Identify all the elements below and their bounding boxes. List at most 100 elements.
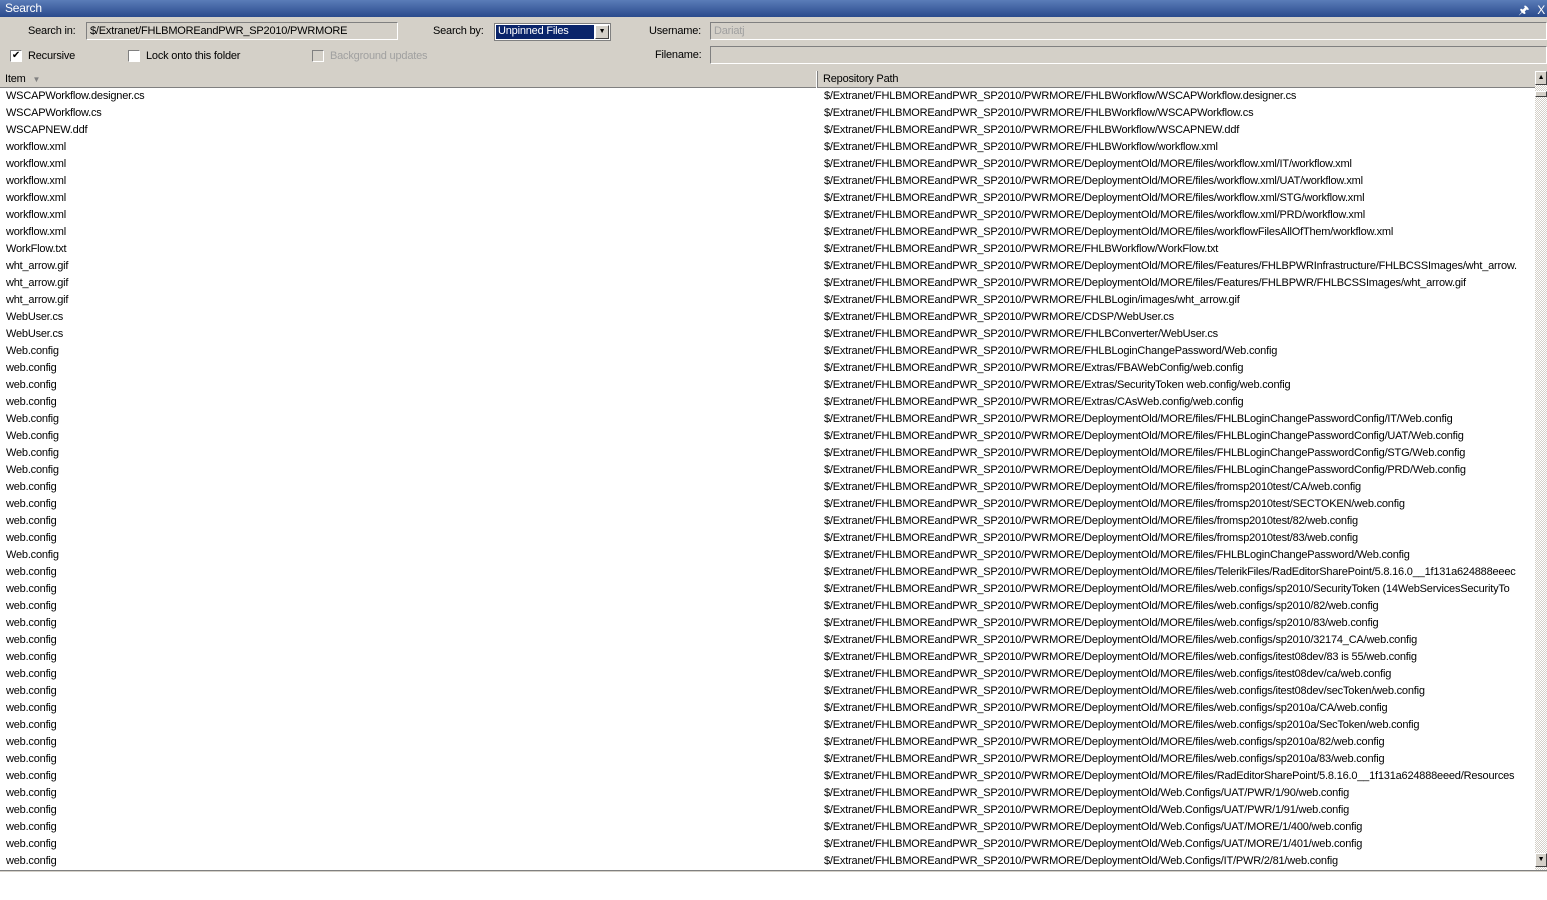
- table-row[interactable]: WSCAPWorkflow.designer.cs $/Extranet/FHLB…: [0, 88, 1535, 105]
- table-row[interactable]: wht_arrow.gif $/Extranet/FHLBMOREandPWR_S…: [0, 292, 1535, 309]
- table-row[interactable]: web.config $/Extranet/FHLBMOREandPWR_SP20…: [0, 717, 1535, 734]
- recursive-checkbox[interactable]: ✔: [10, 50, 22, 62]
- table-row[interactable]: web.config $/Extranet/FHLBMOREandPWR_SP20…: [0, 785, 1535, 802]
- repository-path: $/Extranet/FHLBMOREandPWR_SP2010/PWRMORE…: [824, 668, 1392, 680]
- chevron-down-icon[interactable]: ▼: [595, 25, 609, 39]
- item-name: WSCAPNEW.ddf: [6, 124, 88, 136]
- table-row[interactable]: Web.config $/Extranet/FHLBMOREandPWR_SP20…: [0, 343, 1535, 360]
- background-updates-label: Background updates: [330, 50, 428, 62]
- item-name: web.config: [6, 702, 57, 714]
- table-row[interactable]: workflow.xml $/Extranet/FHLBMOREandPWR_SP…: [0, 173, 1535, 190]
- table-row[interactable]: web.config $/Extranet/FHLBMOREandPWR_SP20…: [0, 581, 1535, 598]
- item-name: web.config: [6, 753, 57, 765]
- repository-path: $/Extranet/FHLBMOREandPWR_SP2010/PWRMORE…: [824, 600, 1379, 612]
- table-row[interactable]: workflow.xml $/Extranet/FHLBMOREandPWR_SP…: [0, 190, 1535, 207]
- table-row[interactable]: wht_arrow.gif $/Extranet/FHLBMOREandPWR_S…: [0, 258, 1535, 275]
- repository-path: $/Extranet/FHLBMOREandPWR_SP2010/PWRMORE…: [824, 566, 1516, 578]
- results-list: WSCAPWorkflow.designer.cs $/Extranet/FHLB…: [0, 88, 1535, 870]
- table-row[interactable]: web.config $/Extranet/FHLBMOREandPWR_SP20…: [0, 513, 1535, 530]
- item-name: WSCAPWorkflow.cs: [6, 107, 102, 119]
- vertical-scrollbar[interactable]: ▲ ▼: [1535, 71, 1547, 870]
- table-row[interactable]: Web.config $/Extranet/FHLBMOREandPWR_SP20…: [0, 411, 1535, 428]
- table-row[interactable]: web.config $/Extranet/FHLBMOREandPWR_SP20…: [0, 836, 1535, 853]
- column-header-repository-path[interactable]: Repository Path: [818, 71, 1537, 88]
- item-name: web.config: [6, 651, 57, 663]
- table-row[interactable]: Web.config $/Extranet/FHLBMOREandPWR_SP20…: [0, 428, 1535, 445]
- window-title: Search: [5, 1, 42, 15]
- table-row[interactable]: web.config $/Extranet/FHLBMOREandPWR_SP20…: [0, 598, 1535, 615]
- repository-path: $/Extranet/FHLBMOREandPWR_SP2010/PWRMORE…: [824, 362, 1244, 374]
- table-row[interactable]: web.config $/Extranet/FHLBMOREandPWR_SP20…: [0, 649, 1535, 666]
- repository-path: $/Extranet/FHLBMOREandPWR_SP2010/PWRMORE…: [824, 430, 1464, 442]
- table-row[interactable]: workflow.xml $/Extranet/FHLBMOREandPWR_SP…: [0, 139, 1535, 156]
- lock-folder-checkbox[interactable]: [128, 50, 140, 62]
- repository-path: $/Extranet/FHLBMOREandPWR_SP2010/PWRMORE…: [824, 702, 1388, 714]
- scroll-thumb[interactable]: [1535, 91, 1547, 97]
- item-name: web.config: [6, 481, 57, 493]
- scroll-up-icon[interactable]: ▲: [1535, 71, 1547, 85]
- table-row[interactable]: Web.config $/Extranet/FHLBMOREandPWR_SP20…: [0, 445, 1535, 462]
- item-name: Web.config: [6, 464, 59, 476]
- table-row[interactable]: web.config $/Extranet/FHLBMOREandPWR_SP20…: [0, 819, 1535, 836]
- table-row[interactable]: web.config $/Extranet/FHLBMOREandPWR_SP20…: [0, 394, 1535, 411]
- table-row[interactable]: web.config $/Extranet/FHLBMOREandPWR_SP20…: [0, 700, 1535, 717]
- repository-path: $/Extranet/FHLBMOREandPWR_SP2010/PWRMORE…: [824, 260, 1517, 272]
- table-row[interactable]: web.config $/Extranet/FHLBMOREandPWR_SP20…: [0, 377, 1535, 394]
- scroll-down-icon[interactable]: ▼: [1535, 853, 1547, 867]
- table-row[interactable]: web.config $/Extranet/FHLBMOREandPWR_SP20…: [0, 751, 1535, 768]
- repository-path: $/Extranet/FHLBMOREandPWR_SP2010/PWRMORE…: [824, 379, 1291, 391]
- table-row[interactable]: web.config $/Extranet/FHLBMOREandPWR_SP20…: [0, 496, 1535, 513]
- repository-path: $/Extranet/FHLBMOREandPWR_SP2010/PWRMORE…: [824, 549, 1410, 561]
- table-row[interactable]: Web.config $/Extranet/FHLBMOREandPWR_SP20…: [0, 547, 1535, 564]
- search-in-field[interactable]: $/Extranet/FHLBMOREandPWR_SP2010/PWRMORE: [86, 22, 398, 40]
- table-row[interactable]: web.config $/Extranet/FHLBMOREandPWR_SP20…: [0, 683, 1535, 700]
- close-icon[interactable]: X: [1537, 3, 1545, 17]
- table-row[interactable]: WebUser.cs $/Extranet/FHLBMOREandPWR_SP20…: [0, 309, 1535, 326]
- username-field[interactable]: Dariatj: [710, 22, 1547, 40]
- table-row[interactable]: WSCAPNEW.ddf $/Extranet/FHLBMOREandPWR_SP…: [0, 122, 1535, 139]
- table-row[interactable]: web.config $/Extranet/FHLBMOREandPWR_SP20…: [0, 479, 1535, 496]
- table-row[interactable]: web.config $/Extranet/FHLBMOREandPWR_SP20…: [0, 666, 1535, 683]
- table-row[interactable]: web.config $/Extranet/FHLBMOREandPWR_SP20…: [0, 853, 1535, 870]
- item-name: web.config: [6, 362, 57, 374]
- table-row[interactable]: WebUser.cs $/Extranet/FHLBMOREandPWR_SP20…: [0, 326, 1535, 343]
- horizontal-scrollbar[interactable]: [0, 870, 1547, 872]
- item-name: WebUser.cs: [6, 328, 64, 340]
- item-name: workflow.xml: [6, 192, 66, 204]
- table-row[interactable]: workflow.xml $/Extranet/FHLBMOREandPWR_SP…: [0, 207, 1535, 224]
- item-name: WorkFlow.txt: [6, 243, 67, 255]
- item-name: web.config: [6, 379, 57, 391]
- table-row[interactable]: web.config $/Extranet/FHLBMOREandPWR_SP20…: [0, 632, 1535, 649]
- table-row[interactable]: web.config $/Extranet/FHLBMOREandPWR_SP20…: [0, 360, 1535, 377]
- table-row[interactable]: WSCAPWorkflow.cs $/Extranet/FHLBMOREandPW…: [0, 105, 1535, 122]
- table-row[interactable]: web.config $/Extranet/FHLBMOREandPWR_SP20…: [0, 615, 1535, 632]
- pin-icon[interactable]: 🖈︎: [1518, 3, 1529, 17]
- search-by-dropdown[interactable]: Unpinned Files ▼: [494, 23, 611, 41]
- table-row[interactable]: workflow.xml $/Extranet/FHLBMOREandPWR_SP…: [0, 156, 1535, 173]
- repository-path: $/Extranet/FHLBMOREandPWR_SP2010/PWRMORE…: [824, 838, 1363, 850]
- item-name: WSCAPWorkflow.designer.cs: [6, 90, 145, 102]
- repository-path: $/Extranet/FHLBMOREandPWR_SP2010/PWRMORE…: [824, 634, 1418, 646]
- table-row[interactable]: web.config $/Extranet/FHLBMOREandPWR_SP20…: [0, 530, 1535, 547]
- item-name: web.config: [6, 736, 57, 748]
- item-name: Web.config: [6, 447, 59, 459]
- repository-path: $/Extranet/FHLBMOREandPWR_SP2010/PWRMORE…: [824, 736, 1385, 748]
- item-name: web.config: [6, 583, 57, 595]
- table-row[interactable]: wht_arrow.gif $/Extranet/FHLBMOREandPWR_S…: [0, 275, 1535, 292]
- table-row[interactable]: web.config $/Extranet/FHLBMOREandPWR_SP20…: [0, 802, 1535, 819]
- item-name: Web.config: [6, 413, 59, 425]
- table-row[interactable]: Web.config $/Extranet/FHLBMOREandPWR_SP20…: [0, 462, 1535, 479]
- repository-path: $/Extranet/FHLBMOREandPWR_SP2010/PWRMORE…: [824, 311, 1174, 323]
- column-header-item[interactable]: Item ▼: [0, 71, 818, 88]
- filename-field[interactable]: [710, 46, 1547, 64]
- table-row[interactable]: web.config $/Extranet/FHLBMOREandPWR_SP20…: [0, 564, 1535, 581]
- repository-path: $/Extranet/FHLBMOREandPWR_SP2010/PWRMORE…: [824, 209, 1365, 221]
- table-row[interactable]: web.config $/Extranet/FHLBMOREandPWR_SP20…: [0, 734, 1535, 751]
- item-name: web.config: [6, 855, 57, 867]
- item-name: Web.config: [6, 430, 59, 442]
- table-row[interactable]: workflow.xml $/Extranet/FHLBMOREandPWR_SP…: [0, 224, 1535, 241]
- table-row[interactable]: web.config $/Extranet/FHLBMOREandPWR_SP20…: [0, 768, 1535, 785]
- item-name: web.config: [6, 532, 57, 544]
- repository-path: $/Extranet/FHLBMOREandPWR_SP2010/PWRMORE…: [824, 141, 1218, 153]
- table-row[interactable]: WorkFlow.txt $/Extranet/FHLBMOREandPWR_SP…: [0, 241, 1535, 258]
